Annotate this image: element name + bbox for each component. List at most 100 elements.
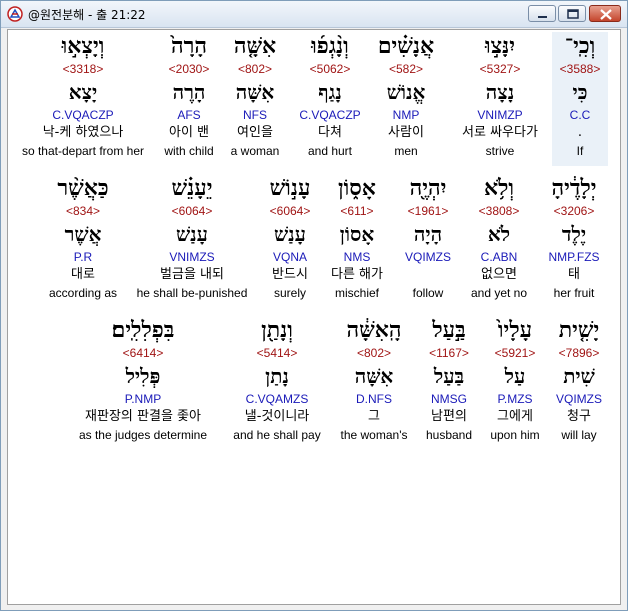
strongs-number[interactable]: <611> [318,204,396,218]
hebrew-word: כַּאֲשֶׁ֨ר [57,175,109,201]
strongs-number[interactable]: <5414> [220,346,334,360]
strongs-number[interactable]: <834> [38,204,128,218]
korean-gloss: 대로 [71,267,95,282]
word-cell[interactable]: הָֽאִשָּׁ֔ה <802> אִשָּׁה D.NFS 그 the wo… [332,316,416,450]
strongs-number[interactable]: <3206> [534,204,614,218]
strongs-number[interactable]: <3808> [464,204,534,218]
english-gloss: strive [485,144,515,158]
strongs-number[interactable]: <1167> [414,346,484,360]
lemma-word: הָרֶה [172,80,206,104]
morphology-code: P.NMP [124,392,162,406]
morphology-code: NMP.FZS [548,250,600,264]
morphology-code: VQIMZS [404,250,451,264]
korean-gloss: 다른 해가 [331,267,383,282]
morphology-code: VNIMZS [169,250,215,264]
word-cell[interactable]: וְנָ֨גְפ֜וּ <5062> נָגַף C.VQACZP 다쳐 and… [290,32,370,166]
hebrew-word: עָנ֣וֹשׁ [269,175,311,201]
word-cell[interactable]: וְנָתַ֖ן <5414> נָתַן C.VQAMZS 낼-것이니라 an… [220,316,334,450]
morphology-code: C.ABN [480,250,518,264]
maximize-button[interactable] [558,5,586,22]
english-gloss: and hurt [307,144,353,158]
strongs-number[interactable]: <7896> [544,346,614,360]
korean-gloss: 서로 싸우다가 [462,125,538,140]
word-cell[interactable]: בִּפְלִלִֽים׃ <6414> פְּלִיל P.NMP 재판장의 … [68,316,218,450]
word-cell[interactable]: יְלָדֶ֔יהָ <3206> יֶלֶד NMP.FZS 태 her fr… [534,174,614,308]
strongs-number[interactable]: <5062> [290,62,370,76]
korean-gloss: 없으면 [481,267,517,282]
word-cell[interactable]: הָרָה֙ <2030> הָרֶה AFS 아이 밴 with child [154,32,224,166]
english-gloss: and he shall pay [233,428,321,442]
word-cell[interactable]: אִשָּׁ֤ה <802> אִשָּׁה NFS 여인을 a woman [220,32,290,166]
word-cell[interactable]: יֵעָנֵ֗שׁ <6064> עָנַשׁ VNIMZS 벌금을 내되 he… [124,174,260,308]
strongs-number[interactable]: <5921> [480,346,550,360]
strongs-number[interactable]: <6064> [252,204,328,218]
korean-gloss: 재판장의 판결을 좇아 [85,409,201,424]
morphology-code: C.VQACZP [52,108,114,122]
korean-gloss: 낙-케 하였으나 [42,125,124,140]
word-cell[interactable]: עָלָיו֙ <5921> עַל P.MZS 그에게 upon him [480,316,550,450]
hebrew-word: אָס֑וֹן [338,175,376,201]
word-cell[interactable]: וְכִֽי־ <3588> כִּי C.C . If [552,32,608,166]
strongs-number[interactable]: <6064> [124,204,260,218]
word-cell[interactable]: כַּאֲשֶׁ֨ר <834> אֲשֶׁר P.R 대로 according… [38,174,128,308]
word-cell[interactable]: אֲנָשִׁ֗ים <582> אֱנוֹשׁ NMP 사람이 men [366,32,446,166]
english-gloss: men [394,144,418,158]
strongs-number[interactable]: <802> [332,346,416,360]
strongs-number[interactable]: <6414> [68,346,218,360]
lemma-word: בַּעַל [433,364,465,388]
close-button[interactable] [589,5,621,22]
hebrew-word: וְנָתַ֖ן [261,317,293,343]
word-cell[interactable]: יִנָּצ֣וּ <5327> נָצָה VNIMZP 서로 싸우다가 st… [448,32,552,166]
english-gloss: husband [425,428,473,442]
korean-gloss: 다쳐 [318,125,342,140]
word-cell[interactable]: וְיָצְא֣וּ <3318> יָצָא C.VQACZP 낙-케 하였으… [14,32,152,166]
korean-gloss: 그 [368,409,380,424]
lemma-word: נָתַן [265,364,289,388]
strongs-number[interactable]: <1961> [392,204,464,218]
lemma-word: נָצָה [485,80,515,104]
title-bar[interactable]: @원전분해 - 출 21:22 [1,1,627,28]
word-cell[interactable]: יִהְיֶ֖ה <1961> הָיָה VQIMZS follow [392,174,464,308]
strongs-number[interactable]: <5327> [448,62,552,76]
english-gloss: with child [164,144,214,158]
hebrew-word: יֵעָנֵ֗שׁ [171,175,213,201]
hebrew-word: וְנָ֨גְפ֜וּ [311,33,349,59]
morphology-code: D.NFS [356,392,392,406]
strongs-number[interactable]: <3318> [14,62,152,76]
word-cell[interactable]: בַּ֣עַל <1167> בַּעַל NMSG 남편의 husband [414,316,484,450]
morphology-code: C.C [569,108,591,122]
lemma-word: פְּלִיל [125,364,161,388]
word-cell[interactable]: עָנ֣וֹשׁ <6064> עָנַשׁ VQNA 반드시 surely [252,174,328,308]
lemma-word: יֶלֶד [561,222,587,246]
strongs-number[interactable]: <3588> [552,62,608,76]
korean-gloss: 태 [568,267,580,282]
morphology-code: C.VQACZP [299,108,361,122]
english-gloss: according as [48,286,118,300]
english-gloss: her fruit [553,286,595,300]
hebrew-word: הָרָה֙ [170,33,208,59]
english-gloss: so that-depart from her [21,144,145,158]
english-gloss: and yet no [470,286,528,300]
english-gloss: surely [273,286,306,300]
close-icon [600,9,612,20]
strongs-number[interactable]: <2030> [154,62,224,76]
english-gloss: the woman's [340,428,408,442]
hebrew-word: אֲנָשִׁ֗ים [377,33,435,59]
lemma-word: עַל [504,364,526,388]
lemma-word: אִשָּׁה [354,364,394,388]
lemma-word: אֲשֶׁר [64,222,102,246]
morphology-code: C.VQAMZS [245,392,309,406]
word-cell[interactable]: אָס֑וֹן <611> אָסוֹן NMS 다른 해가 mischief [318,174,396,308]
morphology-code: P.R [73,250,93,264]
app-window: @원전분해 - 출 21:22 וְכִֽי־ <3588> כִּי C.C … [0,0,628,611]
korean-gloss: 벌금을 내되 [160,267,224,282]
strongs-number[interactable]: <582> [366,62,446,76]
minimize-button[interactable] [528,5,556,22]
strongs-number[interactable]: <802> [220,62,290,76]
hebrew-word: יָשִׁ֤ית [558,317,600,343]
word-cell[interactable]: וְלֹ֥א <3808> לֹא C.ABN 없으면 and yet no [464,174,534,308]
word-cell[interactable]: יָשִׁ֤ית <7896> שִׁית VQIMZS 청구 will lay [544,316,614,450]
lemma-word: לֹא [487,222,511,246]
hebrew-word: בַּ֣עַל [432,317,466,343]
interlinear-view[interactable]: וְכִֽי־ <3588> כִּי C.C . If יִנָּצ֣וּ <… [7,29,621,605]
